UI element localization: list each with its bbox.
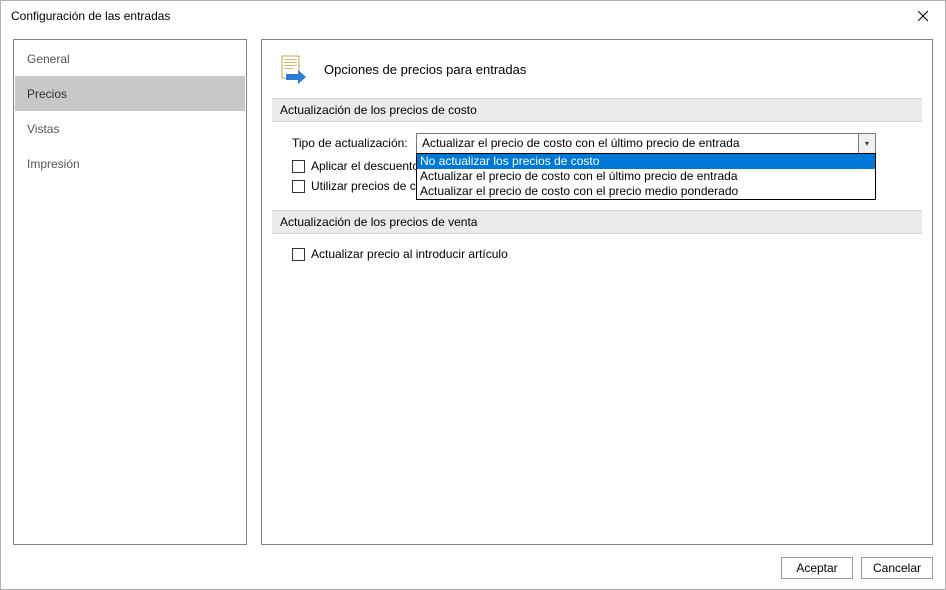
update-type-select[interactable]: Actualizar el precio de costo con el últ… bbox=[416, 133, 876, 154]
cancel-button[interactable]: Cancelar bbox=[861, 557, 933, 579]
sidebar-item-label: Vistas bbox=[27, 122, 59, 136]
dropdown-option[interactable]: Actualizar el precio de costo con el últ… bbox=[417, 169, 875, 184]
dropdown-option[interactable]: No actualizar los precios de costo bbox=[417, 154, 875, 169]
row-update-on-insert: Actualizar precio al introducir artículo bbox=[292, 244, 916, 264]
dialog-window: Configuración de las entradas General Pr… bbox=[0, 0, 946, 590]
ok-button-label: Aceptar bbox=[796, 561, 837, 575]
apply-discount-checkbox[interactable] bbox=[292, 160, 305, 173]
dropdown-option[interactable]: Actualizar el precio de costo con el pre… bbox=[417, 184, 875, 199]
sidebar-item-general[interactable]: General bbox=[15, 41, 245, 76]
section-sale: Actualización de los precios de venta Ac… bbox=[272, 210, 922, 270]
ok-button[interactable]: Aceptar bbox=[781, 557, 853, 579]
window-title: Configuración de las entradas bbox=[11, 9, 170, 23]
sidebar-item-impresion[interactable]: Impresión bbox=[15, 146, 245, 181]
update-type-dropdown: No actualizar los precios de costo Actua… bbox=[416, 153, 876, 200]
main-panel: Opciones de precios para entradas Actual… bbox=[261, 39, 933, 545]
section-sale-header: Actualización de los precios de venta bbox=[272, 210, 922, 234]
sidebar-item-label: Precios bbox=[27, 87, 67, 101]
section-cost-body: Tipo de actualización: Actualizar el pre… bbox=[272, 122, 922, 202]
update-type-select-wrap: Actualizar el precio de costo con el últ… bbox=[416, 133, 876, 154]
sidebar-item-precios[interactable]: Precios bbox=[15, 76, 245, 111]
use-prices-label: Utilizar precios de co bbox=[311, 179, 422, 193]
row-update-type: Tipo de actualización: Actualizar el pre… bbox=[292, 132, 916, 154]
document-arrow-icon bbox=[278, 54, 308, 84]
section-cost-header: Actualización de los precios de costo bbox=[272, 98, 922, 122]
update-type-value: Actualizar el precio de costo con el últ… bbox=[417, 136, 858, 150]
page-header: Opciones de precios para entradas bbox=[272, 54, 922, 98]
dialog-body: General Precios Vistas Impresión bbox=[1, 31, 945, 551]
titlebar: Configuración de las entradas bbox=[1, 1, 945, 31]
sidebar-item-label: General bbox=[27, 52, 70, 66]
update-on-insert-label: Actualizar precio al introducir artículo bbox=[311, 247, 508, 261]
sidebar-item-label: Impresión bbox=[27, 157, 80, 171]
update-type-label: Tipo de actualización: bbox=[292, 136, 410, 150]
update-on-insert-checkbox[interactable] bbox=[292, 248, 305, 261]
close-icon bbox=[918, 11, 928, 21]
use-prices-checkbox[interactable] bbox=[292, 180, 305, 193]
apply-discount-label: Aplicar el descuento bbox=[311, 159, 419, 173]
chevron-down-icon: ▾ bbox=[858, 134, 875, 153]
cancel-button-label: Cancelar bbox=[873, 561, 921, 575]
section-cost: Actualización de los precios de costo Ti… bbox=[272, 98, 922, 202]
page-title: Opciones de precios para entradas bbox=[324, 62, 526, 77]
sidebar: General Precios Vistas Impresión bbox=[13, 39, 247, 545]
close-button[interactable] bbox=[901, 1, 945, 31]
sidebar-item-vistas[interactable]: Vistas bbox=[15, 111, 245, 146]
section-sale-body: Actualizar precio al introducir artículo bbox=[272, 234, 922, 270]
dialog-footer: Aceptar Cancelar bbox=[1, 551, 945, 589]
